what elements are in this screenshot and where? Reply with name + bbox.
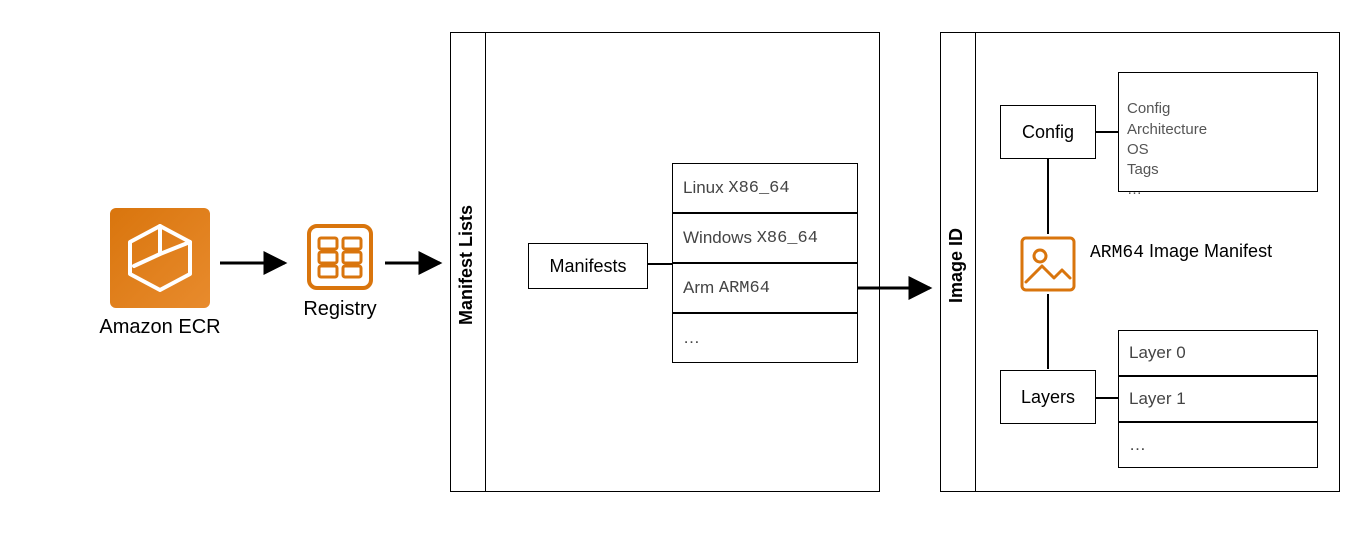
connector-config-to-details (1096, 126, 1120, 138)
registry-label: Registry (290, 298, 390, 321)
platform-row-0: Linux X86_64 (672, 163, 858, 213)
config-details: Config Architecture OS Tags … (1127, 100, 1207, 198)
platform-arch-1: X86_64 (757, 229, 818, 248)
config-label: Config (1022, 122, 1074, 143)
connector-layers-to-list (1096, 392, 1120, 404)
image-manifest-rest: Image Manifest (1144, 241, 1272, 261)
layer-row-1: Layer 1 (1118, 376, 1318, 422)
config-details-box: Config Architecture OS Tags … (1118, 72, 1318, 192)
arrow-ecr-to-registry (215, 248, 295, 278)
platform-os-2: Arm (683, 278, 714, 298)
layer-1-label: Layer 1 (1129, 389, 1186, 409)
amazon-ecr-icon (110, 208, 210, 308)
manifests-label: Manifests (549, 256, 626, 277)
layer-0-label: Layer 0 (1129, 343, 1186, 363)
layer-more-label: … (1129, 435, 1146, 455)
platform-os-1: Windows (683, 228, 752, 248)
config-label-box: Config (1000, 105, 1096, 159)
platform-os-0: Linux (683, 178, 724, 198)
arrow-arm-to-imageid (858, 276, 938, 300)
manifests-label-box: Manifests (528, 243, 648, 289)
connector-manifests-to-platforms (648, 258, 674, 270)
layers-label: Layers (1021, 387, 1075, 408)
platform-arch-2: ARM64 (719, 279, 770, 298)
platform-arch-0: X86_64 (728, 179, 789, 198)
manifest-lists-side-label: Manifest Lists (456, 170, 480, 360)
amazon-ecr-label: Amazon ECR (70, 316, 250, 339)
layer-row-more: … (1118, 422, 1318, 468)
connector-config-to-icon (1042, 159, 1054, 237)
registry-icon (305, 222, 375, 292)
image-id-side-label: Image ID (946, 210, 970, 320)
platform-row-1: Windows X86_64 (672, 213, 858, 263)
platform-more: … (683, 328, 700, 348)
layers-label-box: Layers (1000, 370, 1096, 424)
platform-row-more: … (672, 313, 858, 363)
platform-row-2: Arm ARM64 (672, 263, 858, 313)
image-manifest-arch: ARM64 (1090, 243, 1144, 263)
layer-row-0: Layer 0 (1118, 330, 1318, 376)
image-manifest-icon (1018, 234, 1078, 294)
image-manifest-title: ARM64 Image Manifest (1090, 240, 1320, 265)
arrow-registry-to-manifestlists (380, 248, 450, 278)
connector-icon-to-layers (1042, 294, 1054, 372)
